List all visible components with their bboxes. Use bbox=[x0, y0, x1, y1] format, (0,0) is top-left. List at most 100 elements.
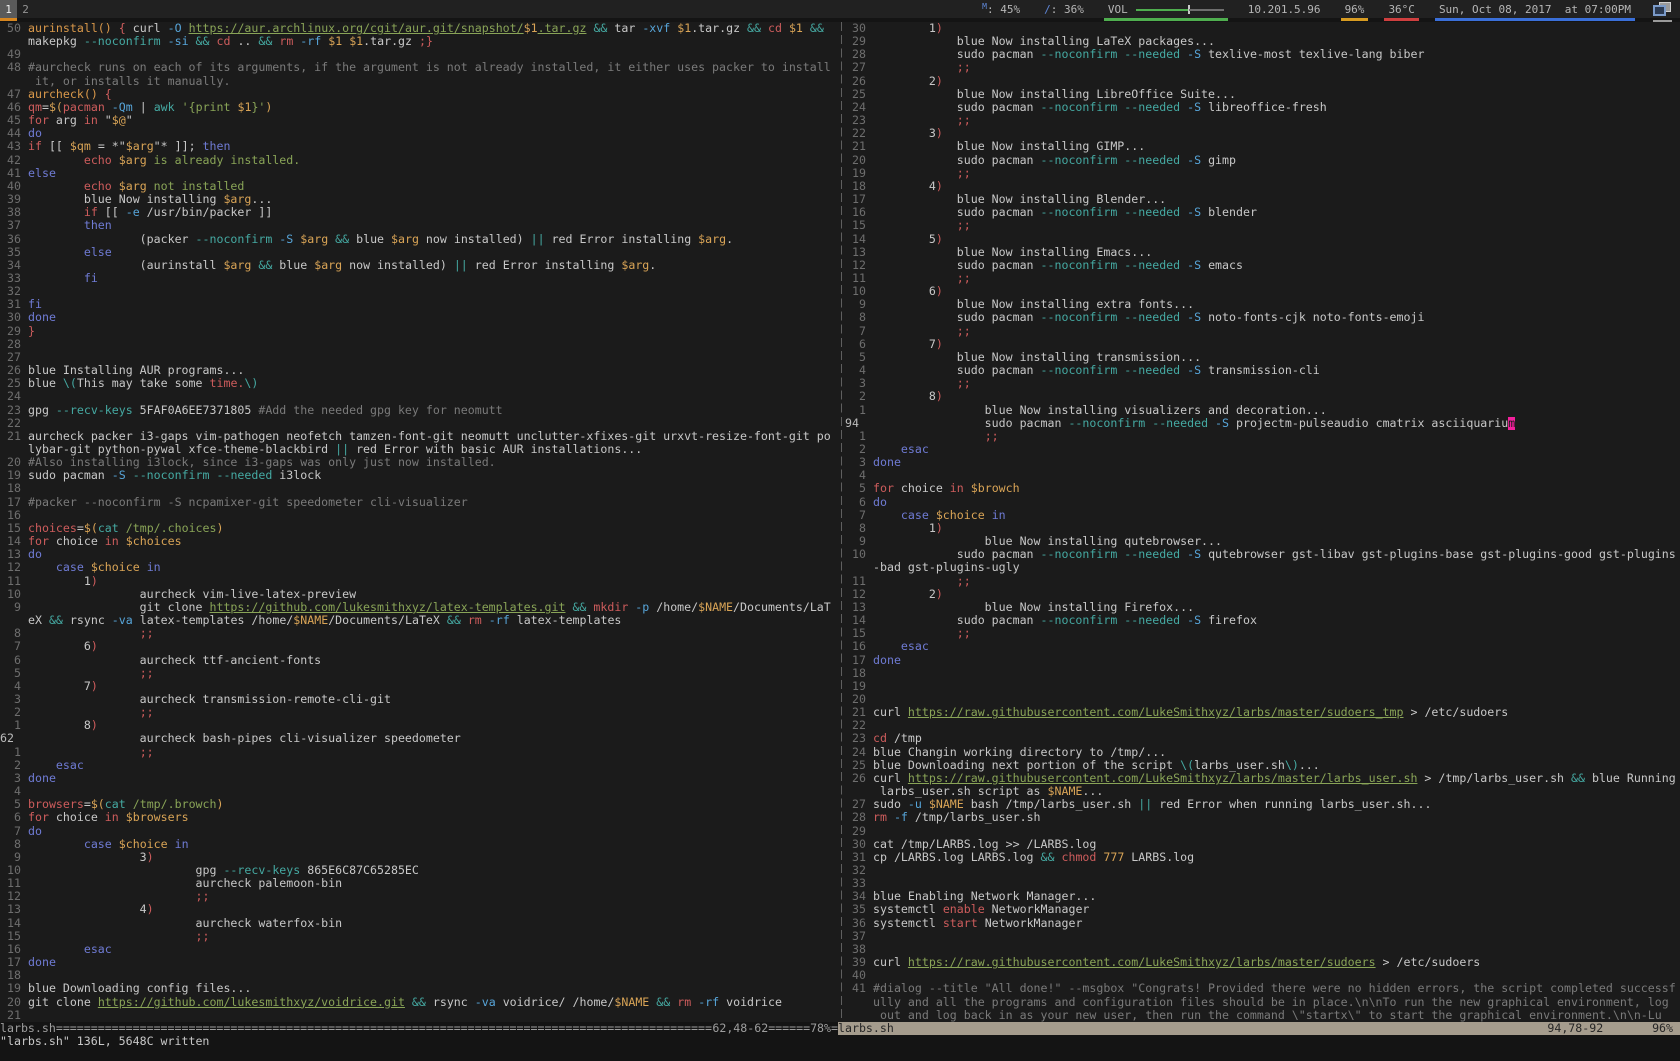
line-number: 2 bbox=[0, 759, 28, 772]
code-row: 48#aurcheck runs on each of its argument… bbox=[0, 61, 838, 74]
line-number: 13 bbox=[845, 246, 873, 259]
code-row: 17done bbox=[845, 654, 1680, 667]
code-row: 42 echo $arg is already installed. bbox=[0, 154, 838, 167]
line-number: 26 bbox=[0, 364, 28, 377]
line-number: 30 bbox=[845, 22, 873, 35]
datetime-underline bbox=[1435, 18, 1635, 21]
code-row: makepkg --noconfirm -si && cd .. && rm -… bbox=[0, 35, 838, 48]
code-row: 30cat /tmp/LARBS.log >> /LARBS.log bbox=[845, 838, 1680, 851]
code-row: 18 4) bbox=[845, 180, 1680, 193]
code-row: 22 bbox=[845, 719, 1680, 732]
temperature-value: 36°C bbox=[1388, 3, 1415, 16]
line-number: 5 bbox=[0, 798, 28, 811]
line-number: 23 bbox=[845, 732, 873, 745]
editor-pane-left[interactable]: 50aurinstall() { curl -O https://aur.arc… bbox=[0, 22, 838, 1022]
code-row: 11 1) bbox=[0, 575, 838, 588]
code-row: 8 1) bbox=[845, 522, 1680, 535]
code-row: 19 bbox=[845, 680, 1680, 693]
disk-icon: / bbox=[1044, 3, 1051, 16]
line-number: 22 bbox=[0, 417, 28, 430]
code-row: 25blue \(This may take some time.\) bbox=[0, 377, 838, 390]
code-row: -bad gst-plugins-ugly bbox=[845, 561, 1680, 574]
code-row: 43if [[ $qm = *"$arg"* ]]; then bbox=[0, 140, 838, 153]
vertical-split-separator[interactable] bbox=[841, 22, 842, 1022]
code-row: 6do bbox=[845, 496, 1680, 509]
line-number: 14 bbox=[845, 614, 873, 627]
workspace-tag-1[interactable]: 1 bbox=[0, 0, 17, 18]
line-number: 13 bbox=[0, 903, 28, 916]
code-row: 21aurcheck packer i3-gaps vim-pathogen n… bbox=[0, 430, 838, 443]
line-number: 10 bbox=[0, 588, 28, 601]
code-row: 4 bbox=[0, 785, 838, 798]
line-number: 9 bbox=[845, 535, 873, 548]
code-row: 35 else bbox=[0, 246, 838, 259]
memory-icon: M bbox=[982, 2, 987, 11]
code-row: 16 esac bbox=[845, 640, 1680, 653]
line-number: 28 bbox=[845, 811, 873, 824]
code-row: 5 blue Now installing transmission... bbox=[845, 351, 1680, 364]
line-number: 16 bbox=[845, 206, 873, 219]
code-row: 19blue Downloading config files... bbox=[0, 982, 838, 995]
line-number: 42 bbox=[0, 154, 28, 167]
line-number: 37 bbox=[0, 219, 28, 232]
code-row: 21 blue Now installing GIMP... bbox=[845, 140, 1680, 153]
line-number: 23 bbox=[0, 404, 28, 417]
code-row: 47aurcheck() { bbox=[0, 88, 838, 101]
line-number: 21 bbox=[0, 430, 28, 443]
code-row: 6for choice in $browsers bbox=[0, 811, 838, 824]
code-row: 24blue Changin working directory to /tmp… bbox=[845, 746, 1680, 759]
line-number: 34 bbox=[0, 259, 28, 272]
code-row: 10 aurcheck vim-live-latex-preview bbox=[0, 588, 838, 601]
line-number: 24 bbox=[845, 746, 873, 759]
code-row: 10 gpg --recv-keys 865E6C87C65285EC bbox=[0, 864, 838, 877]
line-number: 32 bbox=[0, 285, 28, 298]
line-number: 7 bbox=[845, 509, 873, 522]
code-row: 8 case $choice in bbox=[0, 838, 838, 851]
line-number: 18 bbox=[0, 969, 28, 982]
disk-value: : 36% bbox=[1051, 3, 1084, 16]
code-row: 39 blue Now installing $arg... bbox=[0, 193, 838, 206]
code-row: 1 ;; bbox=[0, 746, 838, 759]
code-row: 12 ;; bbox=[0, 890, 838, 903]
line-number: 29 bbox=[845, 825, 873, 838]
line-number: 20 bbox=[0, 996, 28, 1009]
code-row: 26 2) bbox=[845, 75, 1680, 88]
line-number: 17 bbox=[845, 193, 873, 206]
line-number: 29 bbox=[845, 35, 873, 48]
line-number: 21 bbox=[845, 706, 873, 719]
editor-pane-right[interactable]: 30 1)29 blue Now installing LaTeX packag… bbox=[845, 22, 1680, 1022]
line-number: 36 bbox=[845, 917, 873, 930]
code-row: ully and all the programs and configurat… bbox=[845, 996, 1680, 1009]
code-row: 2 esac bbox=[845, 443, 1680, 456]
code-row: 13 blue Now installing Emacs... bbox=[845, 246, 1680, 259]
line-number: 32 bbox=[845, 864, 873, 877]
code-row: 7 6) bbox=[0, 640, 838, 653]
statusline-left-ruler: 62,48-62======78%= bbox=[712, 1022, 838, 1035]
workspace-tag-2[interactable]: 2 bbox=[17, 0, 34, 18]
vim-command-line[interactable]: "larbs.sh" 136L, 5648C written bbox=[0, 1035, 1680, 1049]
bar-status-modules: M: 45% /: 36% VOL 10.201.5.96 96% 36°C S… bbox=[970, 0, 1680, 18]
line-number: 25 bbox=[845, 759, 873, 772]
code-row: 1 ;; bbox=[845, 430, 1680, 443]
code-row: 23gpg --recv-keys 5FAF0A6EE7371805 #Add … bbox=[0, 404, 838, 417]
line-number: 27 bbox=[845, 798, 873, 811]
line-number: 4 bbox=[845, 469, 873, 482]
code-row: 9 git clone https://github.com/lukesmith… bbox=[0, 601, 838, 614]
systray-window-icon[interactable] bbox=[1653, 2, 1672, 16]
code-row: 41else bbox=[0, 167, 838, 180]
volume-slider[interactable] bbox=[1136, 5, 1224, 14]
line-number: 46 bbox=[0, 101, 28, 114]
line-number: 2 bbox=[0, 706, 28, 719]
code-row: 27 ;; bbox=[845, 61, 1680, 74]
code-row: 26curl https://raw.githubusercontent.com… bbox=[845, 772, 1680, 785]
line-number: 5 bbox=[845, 351, 873, 364]
line-number: 12 bbox=[845, 259, 873, 272]
line-number: 29 bbox=[0, 325, 28, 338]
temperature-underline bbox=[1384, 18, 1419, 21]
line-number: 8 bbox=[0, 627, 28, 640]
code-row: 23 ;; bbox=[845, 114, 1680, 127]
line-number: 4 bbox=[0, 680, 28, 693]
line-number: 9 bbox=[0, 851, 28, 864]
line-number: 62 bbox=[0, 732, 28, 745]
code-row: larbs_user.sh script as $NAME... bbox=[845, 785, 1680, 798]
